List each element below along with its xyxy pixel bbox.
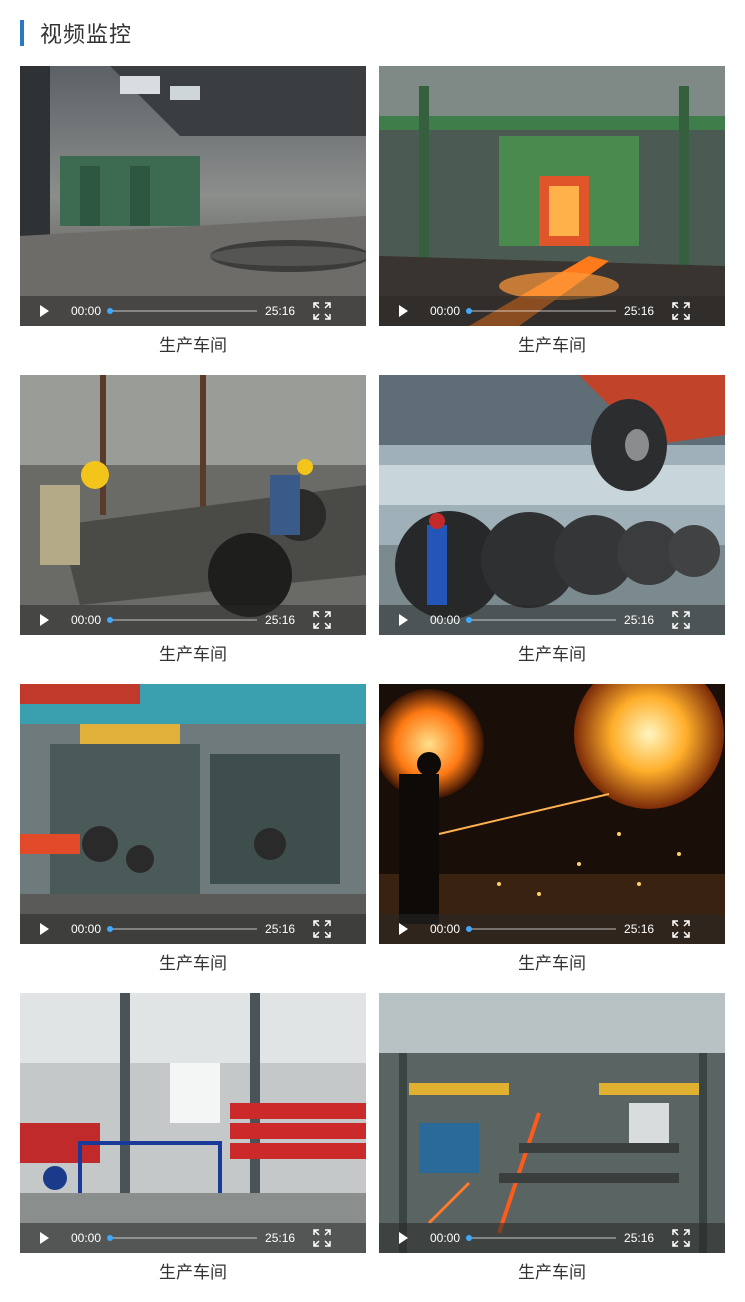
progress-track[interactable] (107, 926, 258, 932)
fullscreen-icon[interactable] (672, 611, 690, 629)
current-time: 00:00 (430, 613, 461, 627)
video-controls: 00:00 25:16 (20, 296, 366, 326)
fullscreen-icon[interactable] (672, 1229, 690, 1247)
video-thumbnail-rolling-stand (20, 684, 366, 944)
video-controls: 00:00 25:16 (20, 914, 366, 944)
video-thumbnail-production-line (379, 993, 725, 1253)
video-player[interactable]: 00:00 25:16 (379, 684, 725, 944)
video-controls: 00:00 25:16 (379, 605, 725, 635)
duration: 25:16 (624, 1231, 655, 1245)
progress-track[interactable] (107, 617, 258, 623)
video-card: 00:00 25:16 生产车间 (20, 684, 366, 993)
video-controls: 00:00 25:16 (379, 914, 725, 944)
video-card: 00:00 25:16 生产车间 (20, 375, 366, 684)
play-icon[interactable] (399, 614, 408, 626)
video-controls: 00:00 25:16 (379, 1223, 725, 1253)
video-thumbnail-mill-hall (20, 66, 366, 326)
progress-track[interactable] (466, 1235, 617, 1241)
video-player[interactable]: 00:00 25:16 (20, 375, 366, 635)
video-caption: 生产车间 (518, 954, 586, 974)
current-time: 00:00 (71, 1231, 102, 1245)
video-caption: 生产车间 (159, 954, 227, 974)
progress-track[interactable] (466, 926, 617, 932)
video-caption: 生产车间 (518, 1263, 586, 1283)
video-player[interactable]: 00:00 25:16 (20, 993, 366, 1253)
fullscreen-icon[interactable] (313, 1229, 331, 1247)
play-icon[interactable] (40, 614, 49, 626)
video-caption: 生产车间 (159, 336, 227, 356)
video-player[interactable]: 00:00 25:16 (379, 66, 725, 326)
play-icon[interactable] (40, 923, 49, 935)
video-thumbnail-worker-machinery (20, 375, 366, 635)
play-icon[interactable] (399, 305, 408, 317)
video-player[interactable]: 00:00 25:16 (379, 993, 725, 1253)
current-time: 00:00 (430, 922, 461, 936)
progress-track[interactable] (466, 617, 617, 623)
video-caption: 生产车间 (518, 645, 586, 665)
video-card: 00:00 25:16 生产车间 (379, 375, 725, 684)
progress-knob[interactable] (466, 1235, 473, 1241)
progress-knob[interactable] (107, 308, 114, 314)
video-thumbnail-molten-sparks (379, 684, 725, 944)
video-controls: 00:00 25:16 (20, 605, 366, 635)
video-card: 00:00 25:16 生产车间 (379, 993, 725, 1302)
duration: 25:16 (265, 1231, 296, 1245)
progress-track[interactable] (107, 1235, 258, 1241)
video-card: 00:00 25:16 生产车间 (379, 684, 725, 993)
video-caption: 生产车间 (518, 336, 586, 356)
video-thumbnail-hot-furnace (379, 66, 725, 326)
duration: 25:16 (624, 304, 655, 318)
progress-track[interactable] (466, 308, 617, 314)
progress-knob[interactable] (107, 617, 114, 623)
fullscreen-icon[interactable] (313, 302, 331, 320)
video-caption: 生产车间 (159, 645, 227, 665)
progress-knob[interactable] (107, 926, 114, 932)
current-time: 00:00 (71, 304, 102, 318)
current-time: 00:00 (430, 1231, 461, 1245)
header-accent-bar (20, 20, 24, 46)
play-icon[interactable] (40, 1232, 49, 1244)
fullscreen-icon[interactable] (672, 920, 690, 938)
page-title: 视频监控 (40, 23, 133, 48)
progress-knob[interactable] (466, 926, 473, 932)
video-card: 00:00 25:16 生产车间 (20, 993, 366, 1302)
video-card: 00:00 25:16 生产车间 (379, 66, 725, 375)
video-caption: 生产车间 (159, 1263, 227, 1283)
video-player[interactable]: 00:00 25:16 (379, 375, 725, 635)
progress-track[interactable] (107, 308, 258, 314)
fullscreen-icon[interactable] (672, 302, 690, 320)
duration: 25:16 (624, 922, 655, 936)
progress-knob[interactable] (466, 617, 473, 623)
progress-knob[interactable] (107, 1235, 114, 1241)
duration: 25:16 (265, 922, 296, 936)
video-player[interactable]: 00:00 25:16 (20, 66, 366, 326)
current-time: 00:00 (430, 304, 461, 318)
duration: 25:16 (624, 613, 655, 627)
video-controls: 00:00 25:16 (20, 1223, 366, 1253)
video-controls: 00:00 25:16 (379, 296, 725, 326)
video-thumbnail-steel-coils (379, 375, 725, 635)
video-card: 00:00 25:16 生产车间 (20, 66, 366, 375)
fullscreen-icon[interactable] (313, 920, 331, 938)
video-grid: 00:00 25:16 生产车间 00:00 25:16 生产车间 00:00 … (20, 66, 725, 1302)
duration: 25:16 (265, 304, 296, 318)
progress-knob[interactable] (466, 308, 473, 314)
section-header: 视频监控 (20, 18, 132, 48)
current-time: 00:00 (71, 613, 102, 627)
duration: 25:16 (265, 613, 296, 627)
play-icon[interactable] (399, 923, 408, 935)
current-time: 00:00 (71, 922, 102, 936)
play-icon[interactable] (399, 1232, 408, 1244)
play-icon[interactable] (40, 305, 49, 317)
video-player[interactable]: 00:00 25:16 (20, 684, 366, 944)
video-thumbnail-red-racks (20, 993, 366, 1253)
fullscreen-icon[interactable] (313, 611, 331, 629)
